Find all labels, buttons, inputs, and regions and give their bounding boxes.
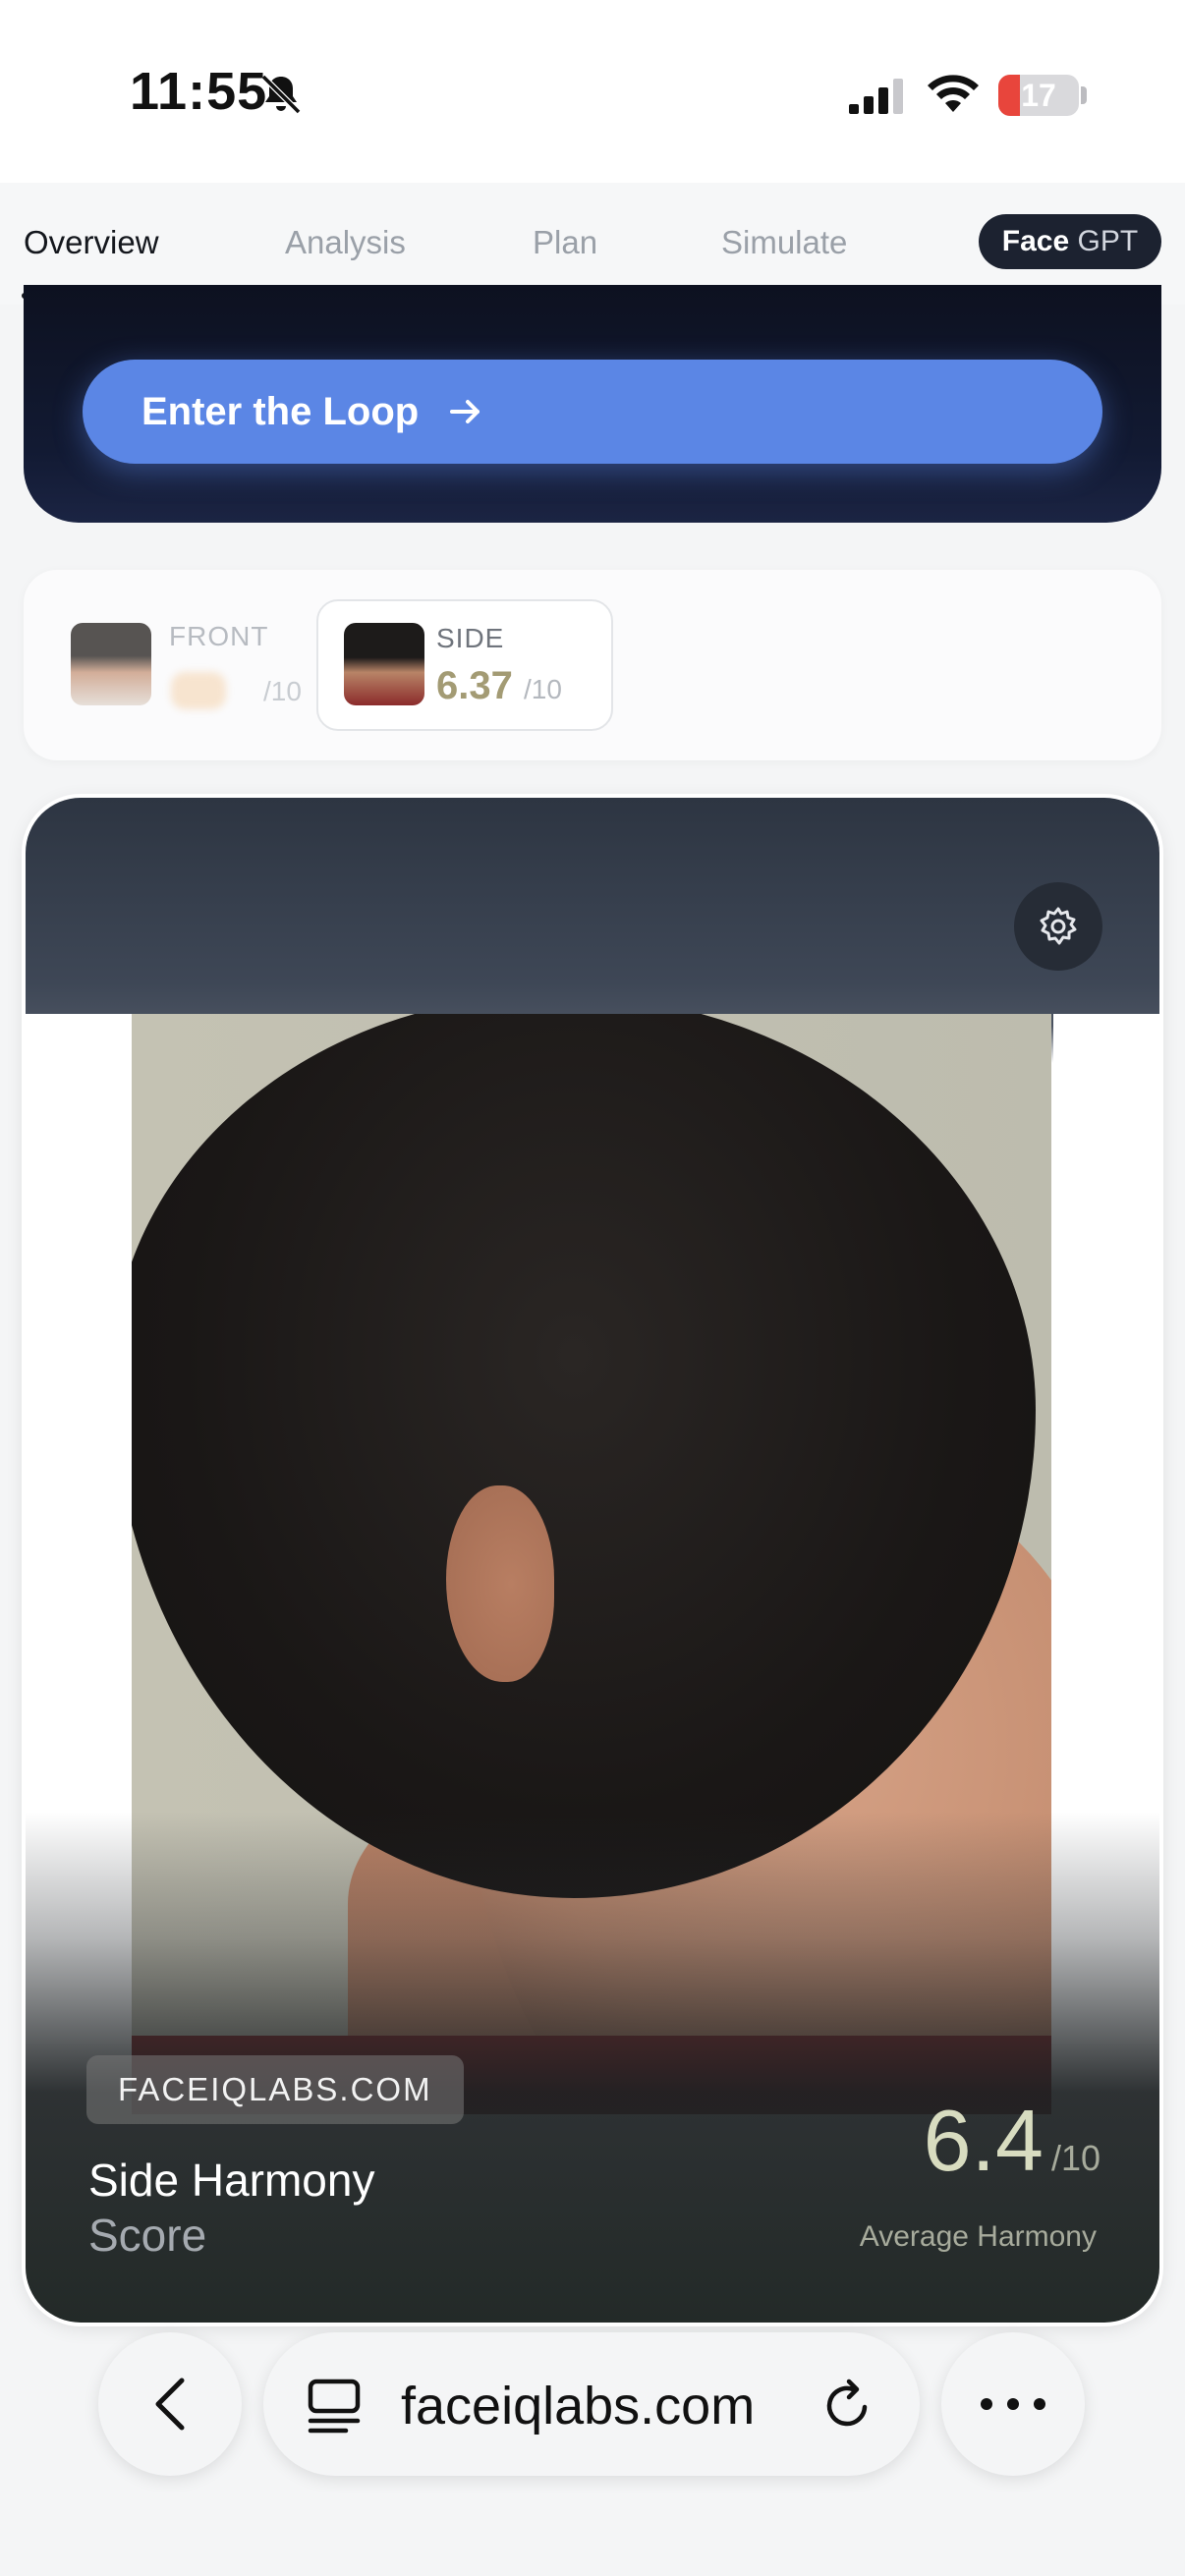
side-score-value: 6.37: [436, 664, 513, 707]
face-gpt-button[interactable]: Face GPT: [979, 214, 1161, 269]
battery-tip: [1081, 86, 1087, 104]
side-score: 6.37 /10: [436, 664, 562, 708]
settings-button[interactable]: [1014, 882, 1102, 971]
wifi-icon: [928, 75, 979, 112]
arrow-right-icon: [450, 400, 480, 423]
gear-icon: [1040, 907, 1077, 945]
side-score-chip[interactable]: SIDE 6.37 /10: [316, 599, 613, 731]
domain-badge: FACEIQLABS.COM: [86, 2055, 464, 2124]
face-gpt-light: GPT: [1077, 225, 1139, 257]
harmony-subtitle: Score: [88, 2210, 207, 2261]
front-score-max: /10: [263, 676, 302, 706]
browser-url[interactable]: faceiqlabs.com: [401, 2376, 755, 2436]
side-thumbnail: [344, 623, 424, 705]
photo-side-mask-left: [26, 1014, 132, 1898]
chevron-left-icon: [155, 2378, 185, 2431]
front-label: FRONT: [169, 621, 269, 651]
tabs-icon[interactable]: [307, 2378, 366, 2435]
harmony-score-caption: Average Harmony: [859, 2220, 1097, 2253]
status-bar: 11:55 17: [0, 0, 1185, 183]
signal-icon: [849, 79, 903, 114]
browser-more-button[interactable]: [941, 2332, 1085, 2476]
face-gpt-bold: Face: [1001, 225, 1070, 257]
front-score-blurred: [171, 672, 226, 709]
status-time: 11:55: [130, 62, 268, 121]
side-photo-card: FACEIQLABS.COM Side Harmony Score 6.4/10…: [26, 798, 1159, 2323]
harmony-score-value: 6.4: [923, 2092, 1044, 2189]
browser-address-bar[interactable]: faceiqlabs.com: [263, 2332, 920, 2476]
front-score-chip[interactable]: FRONT /10: [53, 599, 309, 731]
browser-back-button[interactable]: [98, 2332, 242, 2476]
harmony-score: 6.4/10: [924, 2091, 1100, 2191]
battery-icon: 17: [998, 75, 1079, 116]
loop-card: Enter the Loop: [24, 285, 1161, 523]
side-label: SIDE: [436, 623, 505, 653]
score-selector: FRONT /10 SIDE 6.37 /10: [24, 570, 1161, 760]
front-thumbnail: [71, 623, 151, 705]
tab-simulate[interactable]: Simulate: [721, 224, 847, 261]
enter-loop-button[interactable]: Enter the Loop: [83, 360, 1102, 464]
tab-analysis[interactable]: Analysis: [285, 224, 406, 261]
photo-ear: [446, 1485, 554, 1682]
side-score-max: /10: [523, 674, 562, 704]
more-dots-icon: [981, 2398, 1045, 2410]
harmony-title: Side Harmony: [88, 2155, 375, 2206]
tab-overview[interactable]: Overview: [24, 224, 159, 261]
harmony-score-max: /10: [1050, 2138, 1100, 2178]
bell-slash-icon: [260, 74, 302, 115]
tab-plan[interactable]: Plan: [533, 224, 597, 261]
photo-side-mask-right: [1053, 1014, 1159, 1898]
battery-level: 17: [1021, 78, 1056, 113]
enter-loop-label: Enter the Loop: [141, 389, 420, 433]
reload-icon[interactable]: [819, 2378, 876, 2435]
